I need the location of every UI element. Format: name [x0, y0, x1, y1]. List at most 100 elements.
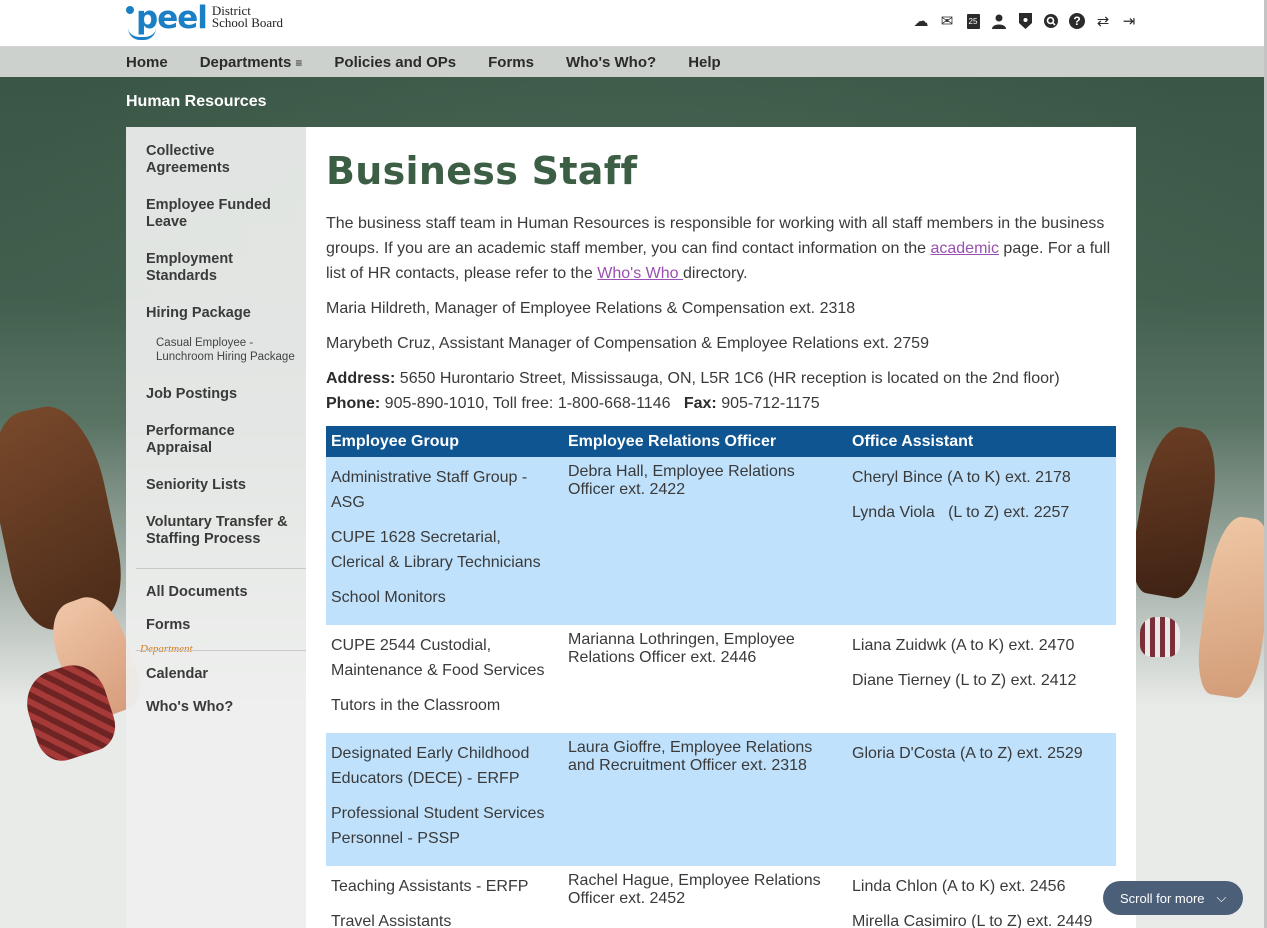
plaid-sleeve-image [1140, 617, 1180, 657]
employee-group-cell: Designated Early Childhood Educators (DE… [326, 733, 563, 866]
cloud-icon[interactable]: ☁ [912, 11, 930, 31]
employee-group: Teaching Assistants - ERFP [331, 878, 529, 895]
employee-group: Professional Student Services Personnel … [331, 805, 545, 847]
officer-cell: Laura Gioffre, Employee Relations and Re… [563, 733, 847, 866]
sidebar-item-employment-standards[interactable]: Employment Standards [146, 251, 296, 285]
sidebar-item-voluntary-transfer[interactable]: Voluntary Transfer & Staffing Process [146, 514, 296, 548]
assistant-cell: Gloria D'Costa (A to Z) ext. 2529 [847, 733, 1116, 866]
nav-home[interactable]: Home [126, 54, 168, 71]
assistant-manager-contact: Marybeth Cruz, Assistant Manager of Comp… [326, 335, 929, 352]
nav-whos-who[interactable]: Who's Who? [566, 54, 656, 71]
employee-group: Tutors in the Classroom [331, 697, 501, 714]
top-header: peel District School Board ☁ ✉ 25 ? ⇄ ⇥ [0, 0, 1267, 47]
sidebar-divider [136, 568, 306, 569]
table-row: Administrative Staff Group - ASG CUPE 16… [326, 457, 1116, 625]
logo-wordmark: peel [126, 2, 208, 40]
sidebar-divider [136, 650, 306, 651]
address-line: Address: 5650 Hurontario Street, Mississ… [326, 366, 1116, 391]
office-assistant: Mirella Casimiro (L to Z) ext. 2449 [852, 913, 1093, 928]
chevron-down-icon: ⌵ [1216, 890, 1227, 905]
employee-group: CUPE 1628 Secretarial, Clerical & Librar… [331, 529, 541, 571]
peel-logo[interactable]: peel District School Board [126, 2, 283, 42]
fax-value: 905-712-1175 [716, 395, 820, 412]
nav-departments-label: Departments [199, 53, 292, 71]
phone-line: Phone: 905-890-1010, Toll free: 1-800-66… [326, 391, 1116, 416]
logo-dot [126, 6, 134, 14]
logo-swoosh [128, 28, 156, 40]
page-title: Business Staff [326, 149, 638, 193]
user-icon[interactable] [990, 11, 1008, 31]
sidebar-item-seniority-lists[interactable]: Seniority Lists [146, 477, 296, 494]
office-assistant: Linda Chlon (A to K) ext. 2456 [852, 878, 1066, 895]
column-header: Employee Relations Officer [563, 426, 847, 457]
sidebar-item-collective-agreements[interactable]: Collective Agreements [146, 143, 296, 177]
employee-group: Travel Assistants [331, 913, 452, 928]
assistant-cell: Cheryl Bince (A to K) ext. 2178 Lynda Vi… [847, 457, 1116, 625]
office-assistant: Lynda Viola (L to Z) ext. 2257 [852, 504, 1070, 521]
office-assistant: Gloria D'Costa (A to Z) ext. 2529 [852, 745, 1083, 762]
nav-forms[interactable]: Forms [488, 54, 534, 71]
intro-text: directory. [682, 265, 748, 282]
employee-group: Designated Early Childhood Educators (DE… [331, 745, 530, 787]
sidebar-item-performance-appraisal[interactable]: Performance Appraisal [146, 423, 296, 457]
department-label: Department [140, 643, 193, 655]
menu-icon: ≡ [295, 55, 303, 70]
whos-who-link[interactable]: Who's Who [597, 265, 683, 282]
phone-value: 905-890-1010, Toll free: 1-800-668-1146 [380, 395, 684, 412]
transfer-icon[interactable]: ⇄ [1094, 11, 1112, 31]
address-value: 5650 Hurontario Street, Mississauga, ON,… [395, 370, 1060, 387]
table-row: CUPE 2544 Custodial, Maintenance & Food … [326, 625, 1116, 733]
employee-group-cell: Administrative Staff Group - ASG CUPE 16… [326, 457, 563, 625]
sidebar-item-calendar[interactable]: Calendar [146, 666, 296, 683]
nav-policies[interactable]: Policies and OPs [334, 54, 456, 71]
main-content: Business Staff The business staff team i… [306, 127, 1136, 928]
assistant-cell: Linda Chlon (A to K) ext. 2456 Mirella C… [847, 866, 1116, 928]
table-row: Teaching Assistants - ERFP Travel Assist… [326, 866, 1116, 928]
help-icon[interactable]: ? [1068, 11, 1086, 31]
officer-cell: Rachel Hague, Employee Relations Officer… [568, 872, 821, 907]
employee-group: School Monitors [331, 589, 446, 606]
main-nav: Home Departments ≡ Policies and OPs Forms… [0, 47, 1267, 77]
sidebar-subitem-casual-employee[interactable]: Casual Employee - Lunchroom Hiring Packa… [156, 336, 306, 364]
office-assistant: Cheryl Bince (A to K) ext. 2178 [852, 469, 1071, 486]
sidebar-item-employee-funded-leave[interactable]: Employee Funded Leave [146, 197, 296, 231]
employee-group: Administrative Staff Group - ASG [331, 469, 528, 511]
sidebar-item-hiring-package[interactable]: Hiring Package [146, 305, 296, 322]
office-assistant: Diane Tierney (L to Z) ext. 2412 [852, 672, 1077, 689]
employee-group-cell: Teaching Assistants - ERFP Travel Assist… [326, 866, 563, 928]
nav-help[interactable]: Help [688, 54, 721, 71]
sidebar-item-job-postings[interactable]: Job Postings [146, 386, 296, 403]
raised-hand-image [0, 397, 132, 637]
intro-paragraph: The business staff team in Human Resourc… [326, 211, 1116, 286]
manager-contact: Maria Hildreth, Manager of Employee Rela… [326, 300, 856, 317]
officer-cell: Marianna Lothringen, Employee Relations … [568, 631, 795, 666]
staff-table: Employee Group Employee Relations Office… [326, 426, 1116, 928]
phone-label: Phone: [326, 395, 381, 412]
utility-icons: ☁ ✉ 25 ? ⇄ ⇥ [912, 11, 1138, 31]
scroll-button-label: Scroll for more [1120, 890, 1205, 906]
calendar-icon[interactable]: 25 [964, 11, 982, 31]
logo-line-2: School Board [211, 15, 284, 30]
address-label: Address: [326, 370, 396, 387]
assistant-cell: Liana Zuidwk (A to K) ext. 2470 Diane Ti… [847, 625, 1116, 733]
academic-link[interactable]: academic [930, 240, 998, 257]
mail-icon[interactable]: ✉ [938, 11, 956, 31]
sidebar-item-whos-who[interactable]: Who's Who? [146, 699, 296, 716]
logout-icon[interactable]: ⇥ [1120, 11, 1138, 31]
office-assistant: Liana Zuidwk (A to K) ext. 2470 [852, 637, 1075, 654]
logo-text: District School Board [211, 4, 284, 30]
search-icon[interactable] [1042, 11, 1060, 31]
nav-departments[interactable]: Departments ≡ [200, 54, 303, 71]
section-title: Human Resources [126, 93, 267, 110]
officer-cell: Debra Hall, Employee Relations Officer e… [563, 457, 847, 625]
table-row: Designated Early Childhood Educators (DE… [326, 733, 1116, 866]
sidebar-item-all-documents[interactable]: All Documents [146, 584, 296, 601]
employee-group: CUPE 2544 Custodial, Maintenance & Food … [331, 637, 545, 679]
help-glyph: ? [1069, 13, 1085, 29]
table-header-row: Employee Group Employee Relations Office… [326, 426, 1116, 457]
scroll-for-more-button[interactable]: Scroll for more ⌵ [1103, 881, 1243, 915]
sidebar-item-forms[interactable]: Forms [146, 617, 296, 634]
shield-icon[interactable] [1016, 11, 1034, 31]
calendar-day: 25 [966, 13, 980, 29]
fax-label: Fax: [683, 395, 717, 412]
